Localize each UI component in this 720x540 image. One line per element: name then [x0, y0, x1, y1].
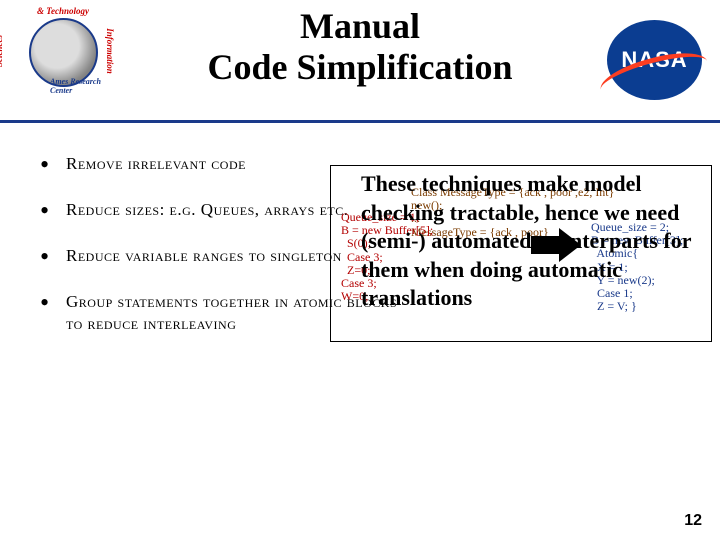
overlay-caption: These techniques make model checking tra…: [361, 170, 712, 313]
code-transform-box: Class MessageType = {ack , poor ,e2, Int…: [330, 165, 712, 342]
page-number: 12: [684, 512, 702, 530]
org-text-top: & Technology: [8, 6, 118, 16]
nasa-logo: NASA: [607, 20, 702, 100]
org-text-right: Information: [105, 28, 115, 74]
org-text-left: Sciences: [0, 35, 4, 67]
slide-header: & Technology Sciences Information Ames R…: [0, 0, 720, 123]
arc-label: Ames Research Center: [50, 77, 118, 95]
arc-logo: & Technology Sciences Information Ames R…: [8, 6, 118, 101]
content-area: Remove irrelevant code Reduce sizes: e.g…: [0, 123, 720, 335]
